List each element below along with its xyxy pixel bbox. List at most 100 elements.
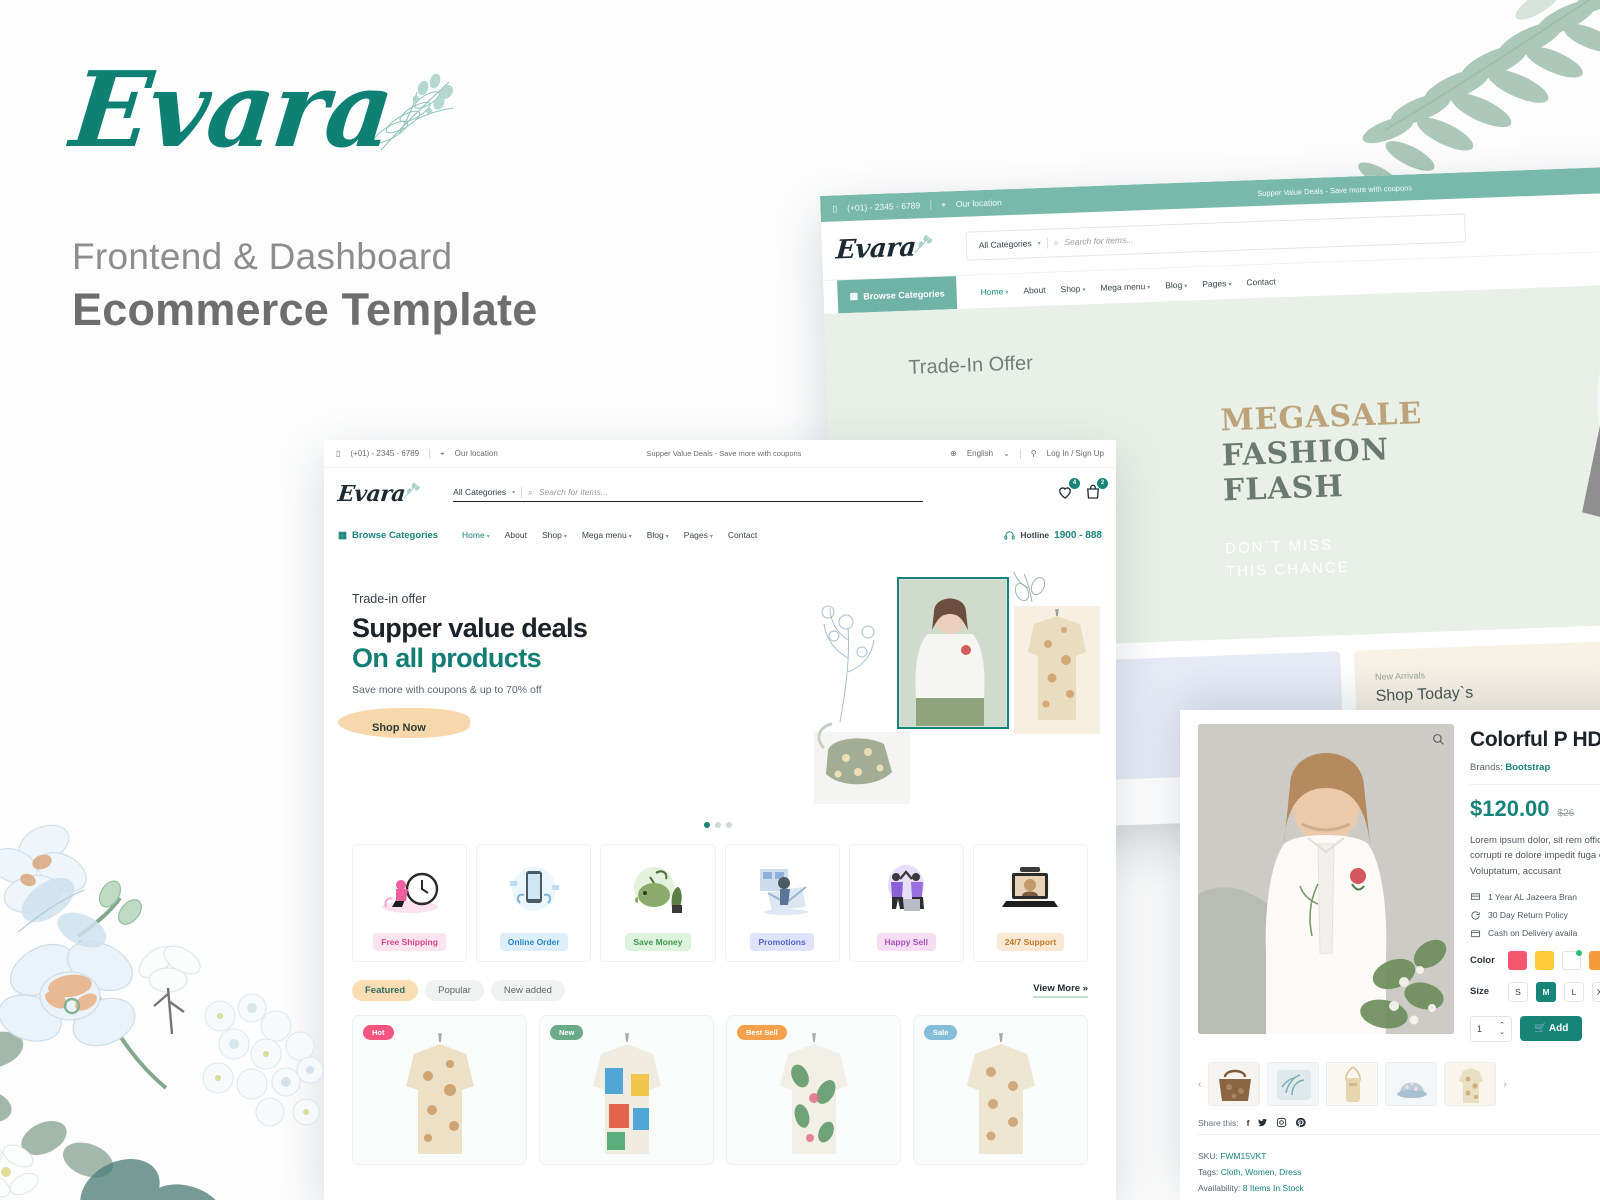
size-option-m[interactable]: M: [1536, 981, 1556, 1002]
nav-item-pages[interactable]: Pages ▾: [684, 530, 713, 540]
nav-item-shop[interactable]: Shop ▾: [1060, 283, 1085, 294]
color-swatch-orange[interactable]: [1589, 950, 1600, 970]
thumbnail-handbag[interactable]: [1208, 1062, 1261, 1106]
topbar-phone: (+01) - 2345 - 6789: [350, 449, 420, 458]
wishlist-button[interactable]: 4: [1056, 477, 1080, 506]
cart-plus-icon: 🛒: [1534, 1023, 1547, 1035]
nav-item-mega-menu[interactable]: Mega menu ▾: [582, 530, 632, 540]
nav-item-home[interactable]: Home ▾: [462, 530, 490, 540]
nav-item-contact[interactable]: Contact: [728, 530, 757, 540]
nav-item-shop[interactable]: Shop ▾: [542, 530, 567, 540]
nav-item-about[interactable]: About: [505, 530, 527, 540]
twitter-icon[interactable]: [1257, 1117, 1268, 1128]
product-card[interactable]: Best Sell: [726, 1015, 901, 1165]
browse-categories-label[interactable]: Browse Categories: [352, 530, 438, 541]
size-label: Size: [1470, 986, 1490, 998]
color-swatch-red[interactable]: [1508, 950, 1527, 970]
topbar-location[interactable]: Our location: [455, 449, 498, 458]
search-input[interactable]: Search for items...: [1064, 235, 1133, 248]
thumbnail-hat[interactable]: [1385, 1062, 1438, 1106]
nav-item-about[interactable]: About: [1023, 284, 1046, 295]
nav-item-contact[interactable]: Contact: [1246, 276, 1276, 287]
evara-logo: Evara: [65, 48, 398, 171]
product-card[interactable]: Sale: [913, 1015, 1088, 1165]
feature-card-online-order[interactable]: Online Order: [476, 844, 592, 962]
nav-item-pages[interactable]: Pages ▾: [1202, 277, 1231, 289]
thumb-next-arrow[interactable]: ›: [1503, 1079, 1506, 1090]
product-badge: Hot: [363, 1025, 394, 1040]
pinterest-icon[interactable]: [1295, 1117, 1307, 1128]
color-swatch-yellow[interactable]: [1535, 950, 1554, 970]
header-logo[interactable]: Evara: [337, 481, 407, 507]
product-card[interactable]: New: [539, 1015, 714, 1165]
thumbnail-pillow[interactable]: [1267, 1062, 1320, 1106]
hero-section-front: Trade-in offer Supper value deals On all…: [324, 550, 1116, 840]
feature-card-happy-sell[interactable]: Happy Sell: [848, 844, 964, 962]
nav-item-blog[interactable]: Blog ▾: [1165, 279, 1187, 290]
cart-button[interactable]: 2: [1084, 477, 1108, 506]
size-option-xl[interactable]: XL: [1592, 981, 1600, 1002]
quantity-stepper[interactable]: 1 ⌃ ⌄: [1470, 1015, 1512, 1042]
product-old-price: $26: [1557, 807, 1575, 819]
search-input[interactable]: Search for items...: [539, 487, 608, 497]
hotline-number: 1900 - 888: [1054, 529, 1102, 541]
zoom-icon[interactable]: [1432, 733, 1445, 746]
hotline-label: Hotline: [1020, 530, 1050, 540]
feature-label: Save Money: [625, 933, 691, 951]
instagram-icon[interactable]: [1276, 1117, 1287, 1128]
hero-slider-dots-front[interactable]: [704, 822, 732, 828]
quantity-value: 1: [1477, 1023, 1483, 1034]
feature-card-promotions[interactable]: Promotions: [724, 844, 840, 962]
homepage-mockup-front: ▯ (+01) - 2345 - 6789 ⌖ Our location Sup…: [324, 440, 1116, 1200]
search-bar-front[interactable]: All Categories ▾ ⌕ Search for items...: [453, 486, 924, 502]
shop-now-button[interactable]: Shop Now: [338, 708, 470, 740]
color-options: Color: [1470, 949, 1600, 970]
add-to-cart-button[interactable]: 🛒 Add: [1520, 1016, 1583, 1042]
share-label: Share this:: [1198, 1117, 1239, 1128]
product-availability: Availability: 8 Items In Stock: [1198, 1183, 1304, 1193]
view-more-link[interactable]: View More »: [1033, 983, 1088, 998]
topbar-location[interactable]: Our location: [956, 197, 1002, 209]
tagline-secondary: Ecommerce Template: [72, 284, 538, 335]
perk-warranty: 1 Year AL Jazeera Bran: [1470, 892, 1600, 903]
category-select[interactable]: All Categories: [453, 487, 506, 497]
tab-new-added[interactable]: New added: [490, 980, 565, 1001]
nav-links-back: Home ▾ About Shop ▾ Mega menu ▾ Blog ▾ Pages…: [980, 276, 1275, 297]
feature-card-free-shipping[interactable]: Free Shipping: [352, 844, 468, 962]
facebook-icon[interactable]: f: [1247, 1118, 1250, 1128]
brand-block: Evara Frontend & Dashboard Ecommerce Tem…: [66, 48, 632, 336]
search-icon: ⌕: [1053, 236, 1059, 247]
product-tags: Tags: Cloth, Women, Dress: [1198, 1167, 1302, 1177]
nav-item-mega-menu[interactable]: Mega menu ▾: [1100, 280, 1150, 293]
feature-card-support[interactable]: 24/7 Support: [972, 844, 1089, 962]
back-hero-title: Trade-In Offer: [907, 352, 1034, 379]
header-logo[interactable]: Evara: [835, 232, 917, 265]
color-swatch-white[interactable]: [1562, 949, 1582, 970]
megasale-line-3: FLASH: [1222, 469, 1345, 509]
size-option-s[interactable]: S: [1508, 981, 1528, 1002]
tab-featured[interactable]: Featured: [352, 980, 419, 1001]
thumbnail-phone-bag[interactable]: [1326, 1062, 1379, 1106]
topbar-account[interactable]: Log In / Sign Up: [1047, 449, 1104, 458]
share-row: Share this: f: [1180, 1106, 1600, 1128]
thumbnail-shirt[interactable]: [1444, 1062, 1497, 1106]
header-front: Evara All Categories ▾ ⌕ Search for item…: [324, 468, 1116, 520]
size-option-l[interactable]: L: [1564, 981, 1584, 1002]
product-image: [405, 1033, 474, 1154]
category-select[interactable]: All Categories: [979, 238, 1032, 250]
thumb-prev-arrow[interactable]: ‹: [1198, 1079, 1201, 1090]
tab-popular[interactable]: Popular: [425, 980, 484, 1001]
feature-card-save-money[interactable]: Save Money: [600, 844, 716, 962]
nav-item-home[interactable]: Home ▾: [980, 286, 1008, 297]
product-card[interactable]: Hot: [352, 1015, 527, 1165]
product-main-image[interactable]: [1198, 724, 1454, 1034]
search-bar-back[interactable]: All Categories ▾ ⌕ Search for items...: [965, 212, 1466, 261]
nav-item-blog[interactable]: Blog ▾: [647, 530, 669, 540]
feature-label: Online Order: [499, 933, 568, 951]
stepper-arrows-icon[interactable]: ⌃ ⌄: [1499, 1022, 1505, 1036]
perk-cash-on-delivery: Cash on Delivery availa: [1470, 928, 1600, 939]
topbar-language[interactable]: English: [967, 449, 993, 458]
thumbnail-gallery: ‹ ›: [1180, 1058, 1600, 1106]
browse-categories-button[interactable]: ▦ Browse Categories: [837, 276, 958, 314]
size-options: Size S M L XL: [1470, 981, 1600, 1002]
